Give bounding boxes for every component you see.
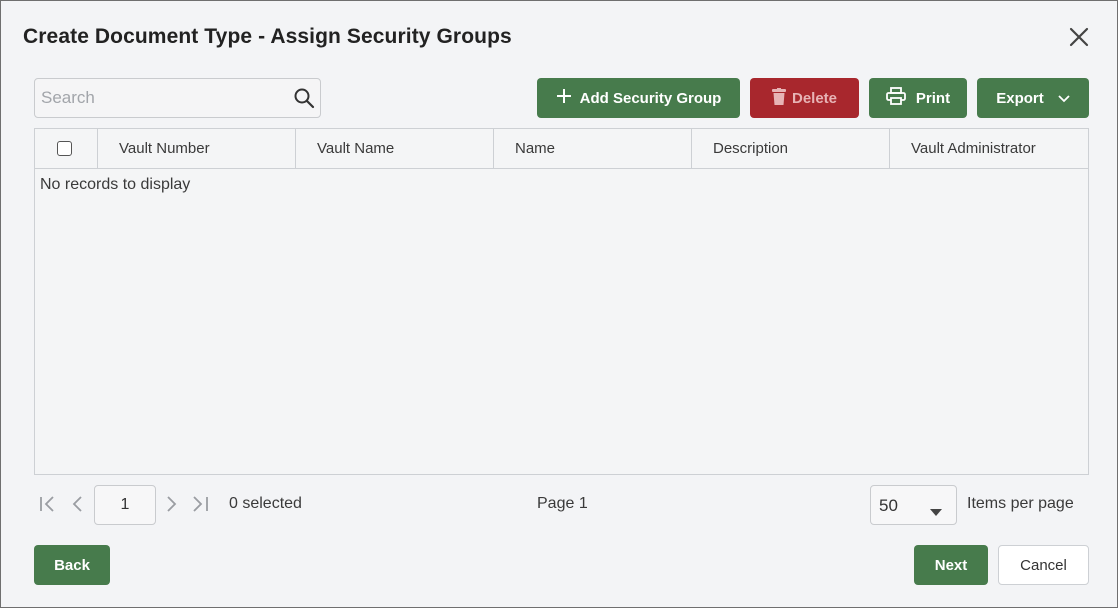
- add-security-group-button[interactable]: Add Security Group: [537, 78, 740, 118]
- search-box: [34, 78, 321, 118]
- caret-down-icon: [930, 503, 942, 521]
- add-security-group-label: Add Security Group: [579, 89, 722, 107]
- dialog-title: Create Document Type - Assign Security G…: [23, 25, 512, 48]
- column-header-vault-number[interactable]: Vault Number: [97, 129, 295, 168]
- page-indicator: Page 1: [537, 495, 588, 512]
- next-page-icon[interactable]: [164, 495, 178, 518]
- column-header-description[interactable]: Description: [691, 129, 889, 168]
- delete-button[interactable]: Delete: [750, 78, 859, 118]
- dialog: Create Document Type - Assign Security G…: [0, 0, 1118, 608]
- grid-header: Vault Number Vault Name Name Description…: [35, 129, 1088, 169]
- search-input[interactable]: [35, 79, 285, 117]
- last-page-icon[interactable]: [191, 495, 211, 518]
- column-header-vault-name[interactable]: Vault Name: [295, 129, 493, 168]
- export-button[interactable]: Export: [977, 78, 1089, 118]
- search-icon[interactable]: [293, 87, 315, 114]
- cancel-button[interactable]: Cancel: [998, 545, 1089, 585]
- close-icon: [1068, 26, 1090, 53]
- printer-icon: [886, 87, 906, 109]
- items-per-page-select[interactable]: 50: [870, 485, 957, 525]
- plus-icon: [556, 88, 572, 108]
- items-per-page-value: 50: [879, 496, 898, 515]
- back-button[interactable]: Back: [34, 545, 110, 585]
- delete-label: Delete: [791, 89, 838, 107]
- first-page-icon[interactable]: [39, 495, 59, 518]
- security-groups-grid: Vault Number Vault Name Name Description…: [34, 128, 1089, 475]
- page-number-input[interactable]: 1: [94, 485, 156, 525]
- column-header-name[interactable]: Name: [493, 129, 691, 168]
- empty-message: No records to display: [40, 176, 191, 193]
- select-all-checkbox[interactable]: [57, 141, 72, 156]
- select-all-cell: [35, 129, 97, 168]
- previous-page-icon[interactable]: [71, 495, 85, 518]
- close-button[interactable]: [1065, 25, 1093, 53]
- print-label: Print: [915, 89, 951, 107]
- export-label: Export: [996, 89, 1044, 107]
- chevron-down-icon: [1058, 90, 1070, 107]
- items-per-page-label: Items per page: [967, 495, 1074, 512]
- selected-count: 0 selected: [229, 495, 302, 512]
- column-header-vault-administrator[interactable]: Vault Administrator: [889, 129, 1088, 168]
- next-button[interactable]: Next: [914, 545, 988, 585]
- trash-icon: [771, 87, 786, 109]
- print-button[interactable]: Print: [869, 78, 967, 118]
